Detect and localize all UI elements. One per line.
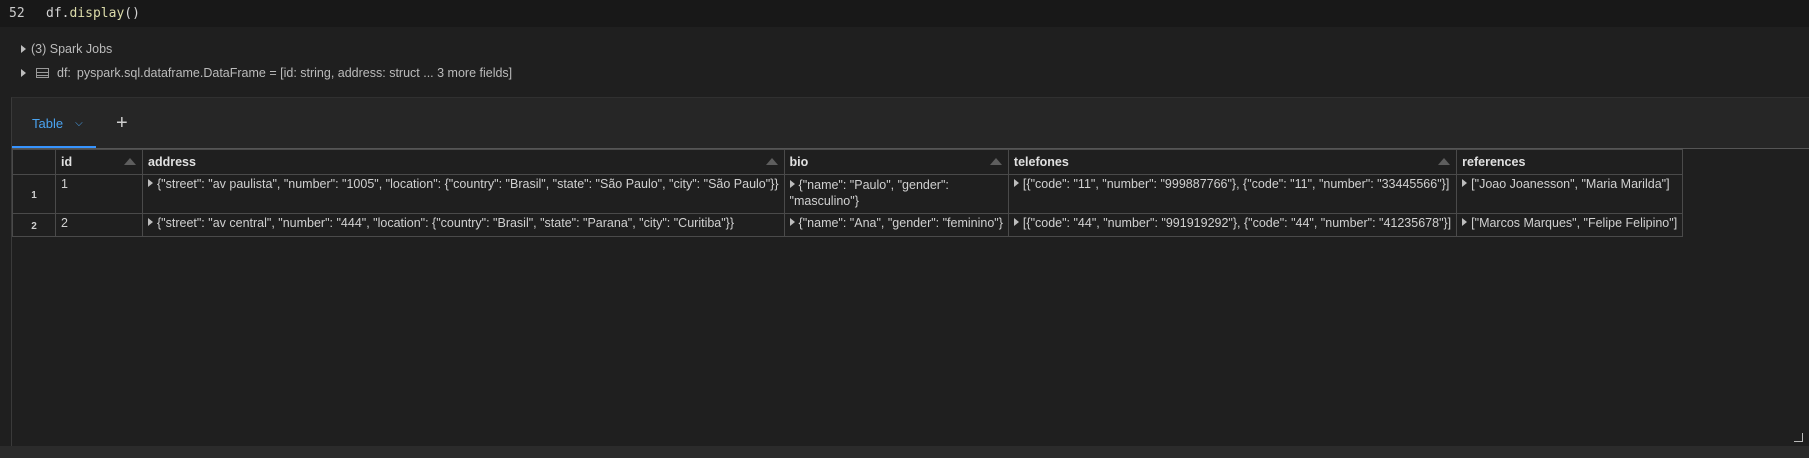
line-number: 52 [9,6,25,21]
chevron-down-icon[interactable]: ⌵ [75,118,83,129]
expand-cell-icon[interactable] [148,179,153,187]
display-output-panel: Table ⌵ + id address bio telefones refer… [11,97,1809,446]
cell-value: {"name": "Ana", "gender": "feminino"} [798,216,1003,230]
cell-value: {"street": "av central", "number": "444"… [157,216,735,230]
code-cell-line[interactable]: 52 df.display() [0,0,1809,27]
sort-icon[interactable] [989,158,1002,165]
sort-icon[interactable] [1438,158,1451,165]
cell-id[interactable]: 1 [55,174,143,214]
header-address[interactable]: address [142,149,785,175]
expand-cell-icon[interactable] [1013,218,1019,226]
sort-icon[interactable] [765,158,778,165]
cell-address[interactable]: {"street": "av paulista", "number": "100… [142,174,785,214]
resize-handle-icon[interactable] [1794,433,1803,442]
header-telefones[interactable]: telefones [1007,149,1458,175]
header-label: bio [789,155,809,169]
header-rownum [12,149,56,175]
df-label: df: [57,66,71,80]
dataframe-schema-row[interactable]: df: pyspark.sql.dataframe.DataFrame = [i… [21,63,512,83]
view-tabs: Table ⌵ + [12,98,1809,148]
header-id[interactable]: id [55,149,143,175]
table-header-row: id address bio telefones references [12,149,1684,175]
header-label: telefones [1013,155,1069,169]
expand-cell-icon[interactable] [1462,179,1468,187]
cell-references[interactable]: ["Marcos Marques", "Felipe Felipino"] [1456,213,1684,237]
code-function: display [69,6,125,21]
expand-cell-icon[interactable] [148,218,153,226]
spark-jobs-row[interactable]: (3) Spark Jobs [21,39,112,59]
cell-bio[interactable]: {"name": "Ana", "gender": "feminino"} [783,213,1009,237]
table-icon [36,68,49,78]
cell-value: {"name": "Paulo", "gender": "masculino"} [789,178,949,208]
header-label: id [61,155,73,169]
expand-cell-icon[interactable] [789,180,795,188]
cell-value: [{"code": "44", "number": "991919292"}, … [1022,216,1452,230]
table-row[interactable]: 1 1 {"street": "av paulista", "number": … [12,174,1684,214]
header-bio[interactable]: bio [783,149,1009,175]
cell-references[interactable]: ["Joao Joanesson", "Maria Marilda"] [1456,174,1684,214]
header-references[interactable]: references [1456,149,1684,175]
cell-value: ["Joao Joanesson", "Maria Marilda"] [1471,177,1670,191]
cell-telefones[interactable]: [{"code": "11", "number": "999887766"}, … [1007,174,1458,214]
expand-cell-icon[interactable] [1013,179,1019,187]
row-number: 2 [12,213,56,237]
table-row[interactable]: 2 2 {"street": "av central", "number": "… [12,213,1684,237]
code-text[interactable]: df.display() [44,6,140,21]
code-parens: () [124,6,140,21]
code-variable: df [46,6,62,21]
cell-value: [{"code": "11", "number": "999887766"}, … [1022,177,1450,191]
header-label: references [1462,155,1526,169]
cell-address[interactable]: {"street": "av central", "number": "444"… [142,213,785,237]
cell-value: ["Marcos Marques", "Felipe Felipino"] [1471,216,1678,230]
bottom-scrollbar[interactable] [0,446,1809,458]
expand-cell-icon[interactable] [1462,218,1468,226]
expand-triangle-icon[interactable] [21,69,26,77]
row-number: 1 [12,174,56,214]
expand-cell-icon[interactable] [789,218,795,226]
df-schema: pyspark.sql.dataframe.DataFrame = [id: s… [76,66,513,80]
results-table: id address bio telefones references 1 1 … [12,149,1684,237]
cell-id[interactable]: 2 [55,213,143,237]
tab-table-label: Table [32,115,64,131]
cell-bio[interactable]: {"name": "Paulo", "gender": "masculino"} [783,174,1009,214]
cell-value: {"street": "av paulista", "number": "100… [157,177,779,191]
results-grid[interactable]: id address bio telefones references 1 1 … [12,148,1809,446]
spark-jobs-label: (3) Spark Jobs [31,42,113,56]
add-visualization-button[interactable]: + [116,98,128,148]
tab-table[interactable]: Table ⌵ [12,98,96,148]
expand-triangle-icon[interactable] [21,45,26,53]
sort-icon[interactable] [124,158,136,165]
header-label: address [148,155,196,169]
cell-telefones[interactable]: [{"code": "44", "number": "991919292"}, … [1007,213,1458,237]
